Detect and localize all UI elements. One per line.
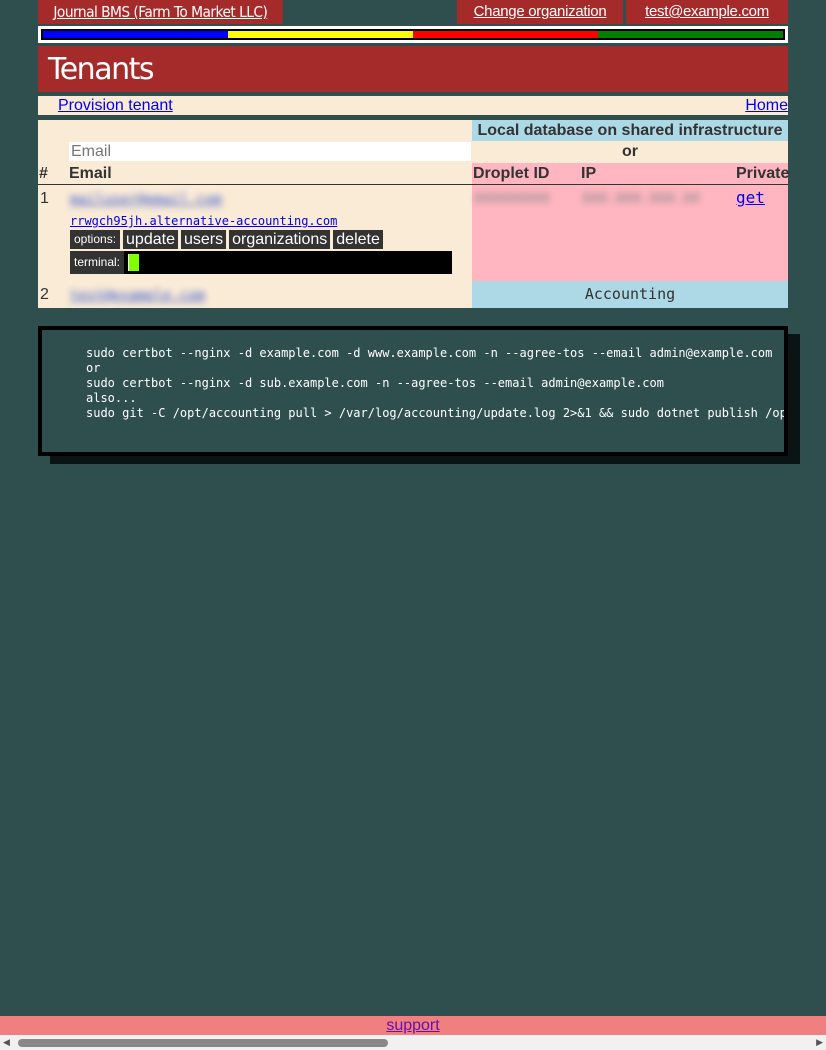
column-number: # — [39, 165, 48, 182]
top-nav: Journal BMS (Farm To Market LLC) Change … — [38, 0, 788, 24]
organization-link[interactable]: Journal BMS (Farm To Market LLC) — [38, 0, 283, 24]
code-line: sudo git -C /opt/accounting pull > /var/… — [86, 406, 788, 420]
home-link[interactable]: Home — [745, 96, 788, 115]
tenant-email-obscured[interactable]: test@example.com — [70, 288, 205, 304]
page-title: Tenants — [38, 46, 788, 92]
email-filter-input[interactable] — [69, 142, 471, 161]
droplet-id-obscured: 000000000 — [474, 191, 550, 207]
change-organization-link[interactable]: Change organization — [457, 0, 623, 24]
row-number: 1 — [40, 190, 49, 207]
terminal-label: terminal: — [70, 251, 125, 274]
user-email-link[interactable]: test@example.com — [626, 0, 788, 24]
code-line: or — [86, 361, 101, 375]
scroll-right-icon[interactable]: ▶ — [816, 1037, 823, 1048]
code-text: sudo certbot --nginx -d example.com -d w… — [86, 346, 788, 421]
tenant-options: options: update users organizations dele… — [70, 230, 383, 249]
terminal-input[interactable]: terminal: — [70, 251, 452, 274]
column-ip: IP — [581, 165, 597, 182]
scroll-left-icon[interactable]: ◀ — [3, 1037, 10, 1048]
color-bar — [38, 26, 788, 43]
hosting-type: Accounting — [472, 281, 788, 308]
column-private: Private — [736, 165, 790, 182]
provision-tenant-link[interactable]: Provision tenant — [58, 96, 173, 115]
tenant-email-obscured[interactable]: mailuser@email.com — [70, 192, 222, 208]
tenant-subdomain-link[interactable]: rrwgch95jh.alternative-accounting.com — [70, 214, 337, 228]
code-instructions: sudo certbot --nginx -d example.com -d w… — [38, 326, 788, 456]
update-button[interactable]: update — [123, 230, 178, 249]
link-bar: Provision tenant Home — [38, 96, 788, 115]
column-email: Email — [69, 165, 112, 182]
color-bar-red — [413, 31, 598, 38]
color-bar-yellow — [228, 31, 413, 38]
tenants-table: Local database on shared infrastructure … — [38, 120, 790, 308]
users-button[interactable]: users — [180, 230, 227, 249]
private-get-link[interactable]: get — [736, 188, 765, 207]
color-bar-blue — [43, 31, 228, 38]
terminal-cursor — [128, 254, 139, 271]
options-label: options: — [70, 230, 121, 249]
delete-button[interactable]: delete — [333, 230, 383, 249]
footer: support — [0, 1016, 826, 1035]
code-line: sudo certbot --nginx -d sub.example.com … — [86, 376, 664, 390]
code-line: also... — [86, 391, 137, 405]
support-link[interactable]: support — [386, 1017, 439, 1034]
or-label: or — [622, 143, 638, 160]
scrollbar-thumb[interactable] — [18, 1039, 388, 1047]
ip-obscured: 000.000.000.00 — [582, 191, 701, 207]
row-number: 2 — [40, 286, 49, 303]
organizations-button[interactable]: organizations — [229, 230, 331, 249]
horizontal-scrollbar[interactable]: ◀ ▶ — [0, 1035, 826, 1050]
code-line: sudo certbot --nginx -d example.com -d w… — [86, 346, 773, 360]
column-droplet-id: Droplet ID — [473, 165, 550, 182]
color-bar-green — [598, 31, 783, 38]
local-database-header: Local database on shared infrastructure — [472, 120, 788, 141]
